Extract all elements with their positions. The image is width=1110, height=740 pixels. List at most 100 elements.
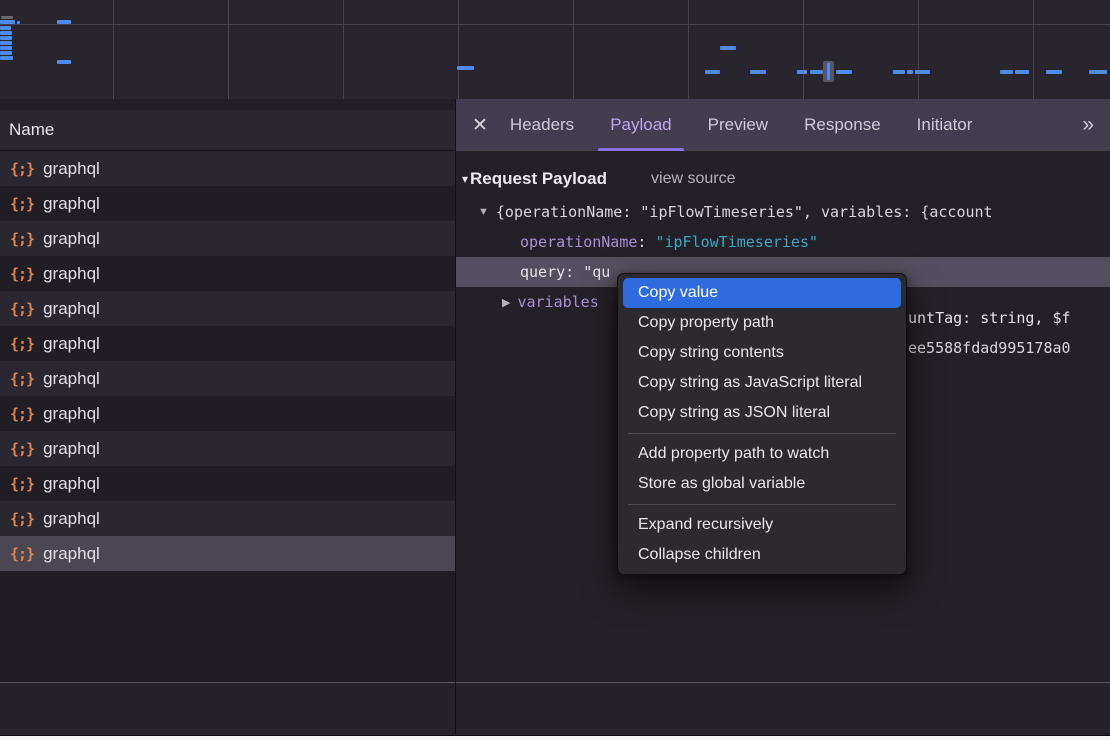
- request-name: graphql: [43, 439, 100, 459]
- network-request-bar: [810, 70, 823, 74]
- context-menu: Copy valueCopy property pathCopy string …: [617, 273, 907, 575]
- context-menu-item-copy-string-contents[interactable]: Copy string contents: [618, 338, 906, 368]
- network-request-row[interactable]: {;}graphql: [0, 151, 455, 186]
- context-menu-item-add-property-path-to-watch[interactable]: Add property path to watch: [618, 439, 906, 469]
- network-request-bar: [797, 70, 807, 74]
- summary-bar-divider: [0, 682, 1110, 683]
- tab-response[interactable]: Response: [804, 99, 881, 151]
- network-request-bar: [750, 70, 766, 74]
- json-request-icon: {;}: [10, 440, 34, 458]
- network-request-bar: [0, 41, 12, 45]
- context-menu-item-collapse-children[interactable]: Collapse children: [618, 540, 906, 570]
- request-name: graphql: [43, 299, 100, 319]
- network-request-bar: [0, 31, 12, 35]
- hover-position-marker: [823, 61, 834, 82]
- network-request-bar: [0, 46, 12, 50]
- tab-payload[interactable]: Payload: [610, 99, 671, 151]
- network-request-bar: [0, 56, 13, 60]
- property-key: operationName: [520, 233, 637, 251]
- request-name: graphql: [43, 544, 100, 564]
- request-name: graphql: [43, 159, 100, 179]
- network-request-bar: [457, 66, 474, 70]
- expanded-triangle-icon[interactable]: ▼: [478, 206, 489, 218]
- overview-gridline: [113, 0, 114, 99]
- network-overview-timeline[interactable]: [0, 0, 1110, 100]
- network-request-row[interactable]: {;} graphql: [0, 186, 455, 221]
- network-request-row[interactable]: {;} graphql: [0, 291, 455, 326]
- tab-initiator[interactable]: Initiator: [917, 99, 973, 151]
- property-value: "ipFlowTimeseries": [655, 233, 818, 251]
- network-request-bar: [1000, 70, 1013, 74]
- json-request-icon: {;}: [10, 300, 34, 318]
- property-key: variables: [517, 293, 598, 311]
- request-name: graphql: [43, 264, 100, 284]
- json-request-icon: {;}: [10, 195, 34, 213]
- request-name: graphql: [43, 334, 100, 354]
- network-request-row[interactable]: {;} graphql: [0, 326, 455, 361]
- payload-root-row[interactable]: ▼ {operationName: "ipFlowTimeseries", var…: [456, 197, 1110, 227]
- request-name: graphql: [43, 404, 100, 424]
- network-request-row[interactable]: {;} graphql: [0, 221, 455, 256]
- view-source-link[interactable]: view source: [651, 170, 735, 188]
- requests-table-top-strip: [0, 99, 455, 110]
- request-name: graphql: [43, 509, 100, 529]
- network-request-bar: [893, 70, 905, 74]
- more-tabs-icon[interactable]: »: [1076, 113, 1110, 137]
- json-request-icon: {;}: [10, 370, 34, 388]
- overview-horizontal-gridline: [0, 24, 1110, 25]
- request-name: graphql: [43, 194, 100, 214]
- json-request-icon: {;}: [10, 265, 34, 283]
- context-menu-item-store-as-global-variable[interactable]: Store as global variable: [618, 469, 906, 499]
- context-menu-item-copy-property-path[interactable]: Copy property path: [618, 308, 906, 338]
- json-request-icon: {;}: [10, 475, 34, 493]
- json-request-icon: {;}: [10, 405, 34, 423]
- panel-resizer[interactable]: [455, 99, 456, 736]
- network-request-bar: [57, 20, 71, 24]
- request-name: graphql: [43, 229, 100, 249]
- context-menu-item-copy-string-as-javascript-literal[interactable]: Copy string as JavaScript literal: [618, 368, 906, 398]
- context-menu-item-copy-value[interactable]: Copy value: [623, 278, 901, 308]
- network-request-row[interactable]: {;}graphql: [0, 466, 455, 501]
- network-request-row[interactable]: {;} graphql: [0, 361, 455, 396]
- request-details-tabbar: ✕ Headers Payload Preview Response Initiator…: [456, 99, 1110, 151]
- json-request-icon: {;}: [10, 545, 34, 563]
- collapsed-triangle-icon[interactable]: ▶: [502, 296, 510, 309]
- overview-gridline: [458, 0, 459, 99]
- network-request-bar: [0, 36, 12, 40]
- network-request-bar: [720, 46, 736, 50]
- json-request-icon: {;}: [10, 230, 34, 248]
- operation-name-row[interactable]: operationName: "ipFlowTimeseries": [456, 227, 1110, 257]
- network-request-bar: [1, 16, 13, 19]
- network-request-row[interactable]: {;} graphql: [0, 256, 455, 291]
- devtools-network-panel: Name {;} graphql {;} graphql {;} graphql {;} gr…: [0, 0, 1110, 740]
- name-column-header[interactable]: Name: [0, 110, 455, 151]
- request-payload-section[interactable]: ▾ Request Payload view source: [456, 161, 1110, 197]
- network-request-row[interactable]: {;} graphql: [0, 431, 455, 466]
- payload-root-preview: {operationName: "ipFlowTimeseries", vari…: [496, 203, 993, 221]
- context-menu-item-copy-string-as-json-literal[interactable]: Copy string as JSON literal: [618, 398, 906, 428]
- request-name: graphql: [43, 369, 100, 389]
- network-request-bar: [0, 26, 11, 30]
- json-request-icon: {;}: [10, 335, 34, 353]
- close-icon[interactable]: ✕: [456, 114, 502, 137]
- json-request-icon: {;}: [10, 510, 34, 528]
- variables-row-clipped-text: ee5588fdad995178a0: [908, 339, 1071, 357]
- network-request-bar: [915, 70, 930, 74]
- overview-gridline: [688, 0, 689, 99]
- overview-gridline: [918, 0, 919, 99]
- query-row-text: query: "qu: [520, 263, 610, 281]
- context-menu-item-expand-recursively[interactable]: Expand recursively: [618, 510, 906, 540]
- query-row-clipped-text: untTag: string, $f: [908, 309, 1071, 327]
- section-collapse-triangle-icon[interactable]: ▾: [462, 172, 468, 186]
- tab-preview[interactable]: Preview: [708, 99, 768, 151]
- network-request-row[interactable]: {;} graphql: [0, 501, 455, 536]
- network-request-bar: [0, 20, 15, 24]
- network-request-bar: [907, 70, 913, 74]
- network-request-bar: [1015, 70, 1029, 74]
- tab-headers[interactable]: Headers: [510, 99, 574, 151]
- network-request-row[interactable]: {;} graphql: [0, 396, 455, 431]
- network-request-bar: [57, 60, 71, 64]
- network-request-row[interactable]: {;} graphql: [0, 536, 455, 571]
- network-request-bar: [1046, 70, 1062, 74]
- overview-gridline: [803, 0, 804, 99]
